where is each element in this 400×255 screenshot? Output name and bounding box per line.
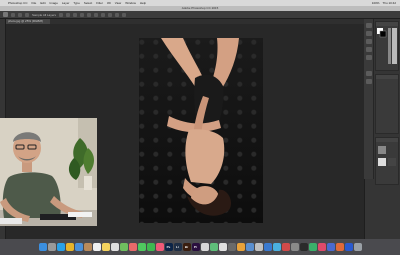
app-icon-16[interactable] bbox=[335, 243, 344, 251]
finder-icon[interactable] bbox=[38, 243, 47, 251]
color-panel[interactable] bbox=[375, 21, 399, 71]
history-panel-icon[interactable] bbox=[366, 23, 372, 28]
safari-icon[interactable] bbox=[56, 243, 65, 251]
option-button[interactable] bbox=[115, 12, 120, 17]
window-title: Adobe Photoshop CC 2015 bbox=[181, 6, 219, 10]
menu-window[interactable]: Window bbox=[125, 1, 136, 5]
option-button[interactable] bbox=[122, 12, 127, 17]
brush-panel-icon[interactable] bbox=[366, 39, 372, 44]
macos-dock: Ps Lr Br Pr bbox=[0, 239, 400, 255]
menu-select[interactable]: Select bbox=[84, 1, 92, 5]
photo-subject bbox=[161, 38, 239, 216]
app-icon-3[interactable] bbox=[218, 243, 227, 251]
facetime-icon[interactable] bbox=[146, 243, 155, 251]
premiere-icon[interactable]: Pr bbox=[191, 243, 200, 251]
menu-image[interactable]: Image bbox=[50, 1, 58, 5]
app-icon-8[interactable] bbox=[263, 243, 272, 251]
menu-3d[interactable]: 3D bbox=[107, 1, 111, 5]
app-icon-9[interactable] bbox=[272, 243, 281, 251]
option-button[interactable] bbox=[94, 12, 99, 17]
menu-type[interactable]: Type bbox=[73, 1, 80, 5]
options-bar: Sample All Layers bbox=[0, 11, 400, 19]
option-button[interactable] bbox=[18, 12, 22, 17]
option-button[interactable] bbox=[108, 12, 113, 17]
tool-preset-icon[interactable] bbox=[3, 12, 8, 17]
photos-icon[interactable] bbox=[128, 243, 137, 251]
menu-help[interactable]: Help bbox=[140, 1, 146, 5]
option-button[interactable] bbox=[59, 12, 64, 17]
contacts-icon[interactable] bbox=[83, 243, 92, 251]
properties-panel-icon[interactable] bbox=[366, 31, 372, 36]
option-button[interactable] bbox=[87, 12, 92, 17]
lightroom-icon[interactable]: Lr bbox=[173, 243, 182, 251]
presenter-webcam bbox=[0, 118, 97, 226]
app-icon-7[interactable] bbox=[254, 243, 263, 251]
app-icon-10[interactable] bbox=[281, 243, 290, 251]
menu-edit[interactable]: Edit bbox=[40, 1, 45, 5]
app-icon-5[interactable] bbox=[236, 243, 245, 251]
launchpad-icon[interactable] bbox=[47, 243, 56, 251]
panel-header bbox=[376, 75, 398, 79]
chrome-icon[interactable] bbox=[65, 243, 74, 251]
app-icon-15[interactable] bbox=[326, 243, 335, 251]
option-button[interactable] bbox=[80, 12, 85, 17]
option-button[interactable] bbox=[25, 12, 29, 17]
app-icon-13[interactable] bbox=[308, 243, 317, 251]
clock[interactable]: Thu 10:42 bbox=[382, 1, 396, 5]
panel-icon-strip bbox=[364, 19, 374, 179]
bridge-icon[interactable]: Br bbox=[182, 243, 191, 251]
actions-panel-icon[interactable] bbox=[366, 79, 372, 84]
menu-app[interactable]: Photoshop CC bbox=[8, 1, 28, 5]
maps-icon[interactable] bbox=[119, 243, 128, 251]
adjustments-panel[interactable] bbox=[375, 74, 399, 134]
menu-layer[interactable]: Layer bbox=[62, 1, 70, 5]
battery-indicator[interactable]: 100% bbox=[372, 1, 380, 5]
app-icon-6[interactable] bbox=[245, 243, 254, 251]
color-picker[interactable] bbox=[376, 26, 398, 66]
messages-icon[interactable] bbox=[137, 243, 146, 251]
option-button[interactable] bbox=[11, 12, 15, 17]
app-icon-14[interactable] bbox=[317, 243, 326, 251]
layers-panel[interactable] bbox=[375, 137, 399, 185]
character-panel-icon[interactable] bbox=[366, 47, 372, 52]
mail-icon[interactable] bbox=[74, 243, 83, 251]
option-button[interactable] bbox=[66, 12, 71, 17]
app-icon-2[interactable] bbox=[209, 243, 218, 251]
trash-icon[interactable] bbox=[353, 243, 362, 251]
app-icon-17[interactable] bbox=[344, 243, 353, 251]
presenter-video bbox=[0, 118, 97, 226]
menu-view[interactable]: View bbox=[115, 1, 121, 5]
menu-filter[interactable]: Filter bbox=[96, 1, 103, 5]
menubar-status: 100% Thu 10:42 bbox=[372, 1, 400, 5]
paragraph-panel-icon[interactable] bbox=[366, 55, 372, 60]
screen: Photoshop CC File Edit Image Layer Type … bbox=[0, 0, 400, 255]
app-icon-12[interactable] bbox=[299, 243, 308, 251]
app-icon-4[interactable] bbox=[227, 243, 236, 251]
option-button[interactable] bbox=[73, 12, 78, 17]
notes-icon[interactable] bbox=[101, 243, 110, 251]
calendar-icon[interactable] bbox=[92, 243, 101, 251]
document-canvas[interactable] bbox=[139, 38, 263, 223]
app-icon-1[interactable] bbox=[200, 243, 209, 251]
app-icon-11[interactable] bbox=[290, 243, 299, 251]
sample-all-layers-label[interactable]: Sample All Layers bbox=[32, 13, 56, 17]
layer-thumbnails[interactable] bbox=[376, 142, 398, 182]
reminders-icon[interactable] bbox=[110, 243, 119, 251]
menu-file[interactable]: File bbox=[32, 1, 37, 5]
music-icon[interactable] bbox=[155, 243, 164, 251]
info-panel-icon[interactable] bbox=[366, 71, 372, 76]
photoshop-icon[interactable]: Ps bbox=[164, 243, 173, 251]
option-button[interactable] bbox=[101, 12, 106, 17]
